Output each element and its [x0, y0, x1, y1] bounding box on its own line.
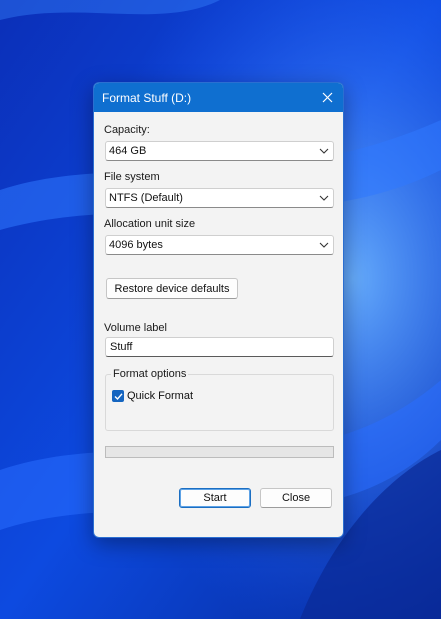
- capacity-select[interactable]: 464 GB: [105, 141, 334, 161]
- file-system-label: File system: [104, 171, 160, 183]
- checkmark-icon: [114, 392, 123, 400]
- format-options-title: Format options: [111, 368, 189, 380]
- close-button[interactable]: Close: [260, 488, 332, 508]
- format-progress-bar: [105, 446, 334, 458]
- chevron-down-icon: [319, 195, 329, 201]
- chevron-down-icon: [319, 242, 329, 248]
- allocation-unit-size-label: Allocation unit size: [104, 218, 196, 230]
- capacity-label: Capacity:: [104, 124, 150, 136]
- quick-format-checkbox[interactable]: [112, 390, 124, 402]
- file-system-select[interactable]: NTFS (Default): [105, 188, 334, 208]
- file-system-value: NTFS (Default): [109, 192, 183, 204]
- quick-format-label[interactable]: Quick Format: [127, 390, 193, 402]
- format-options-group: [105, 374, 334, 431]
- close-window-button[interactable]: [311, 83, 343, 112]
- capacity-value: 464 GB: [109, 145, 147, 157]
- volume-label-input[interactable]: [106, 338, 333, 356]
- close-icon: [322, 92, 332, 103]
- format-dialog: Format Stuff (D:) Capacity: 464 GB File …: [93, 82, 344, 538]
- volume-label-label: Volume label: [104, 322, 167, 334]
- title-bar[interactable]: Format Stuff (D:): [94, 83, 343, 112]
- dialog-title: Format Stuff (D:): [102, 91, 192, 105]
- restore-device-defaults-button[interactable]: Restore device defaults: [106, 278, 238, 299]
- allocation-unit-size-select[interactable]: 4096 bytes: [105, 235, 334, 255]
- volume-label-field[interactable]: [105, 337, 334, 357]
- start-button[interactable]: Start: [179, 488, 251, 508]
- allocation-unit-size-value: 4096 bytes: [109, 239, 163, 251]
- chevron-down-icon: [319, 148, 329, 154]
